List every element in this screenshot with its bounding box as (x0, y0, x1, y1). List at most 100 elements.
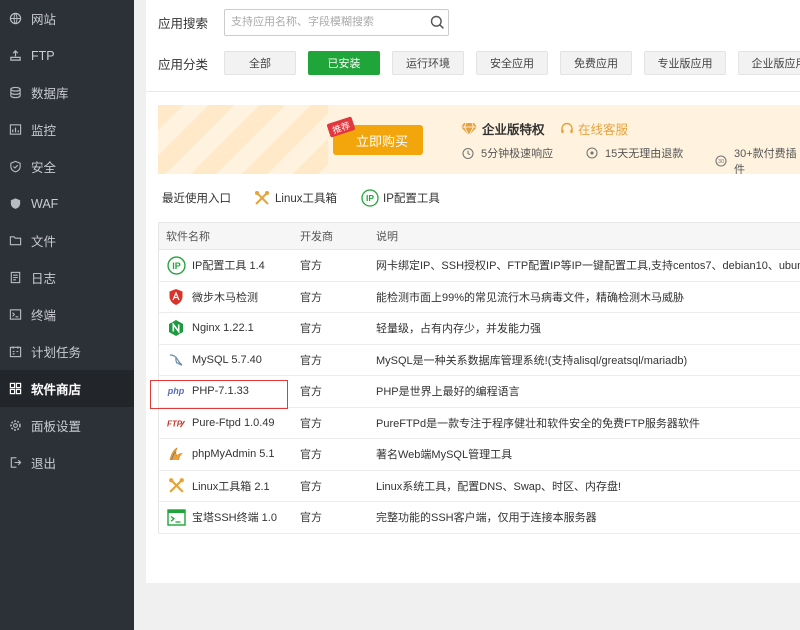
sidebar-item-label: 退出 (31, 457, 57, 471)
software-name[interactable]: Linux工具箱 2.1 (192, 478, 270, 494)
svg-text:IP: IP (366, 193, 374, 203)
table-row[interactable]: MySQL 5.7.40 官方 MySQL是一种关系数据库管理系统!(支持ali… (158, 344, 800, 376)
category-installed[interactable]: 已安装 (308, 51, 380, 75)
terminal-icon (8, 308, 22, 322)
table-row[interactable]: Linux工具箱 2.1 官方 Linux系统工具，配置DNS、Swap、时区、… (158, 470, 800, 502)
sidebar-item-label: 软件商店 (31, 383, 82, 397)
software-name[interactable]: IP配置工具 1.4 (192, 257, 265, 273)
software-developer: 官方 (300, 512, 322, 525)
clock-icon (8, 345, 22, 359)
banner-decoration (158, 105, 328, 174)
app-store-panel: 应用搜索 应用分类 全部 已安装 运行环境 安全应用 免费应用 专业版应用 企业… (146, 0, 800, 583)
monitor-icon (8, 123, 22, 137)
sidebar-item-label: 日志 (31, 272, 57, 286)
software-developer: 官方 (300, 291, 322, 304)
category-runtime[interactable]: 运行环境 (392, 51, 464, 75)
svg-text:IP: IP (172, 261, 180, 271)
table-row[interactable]: FTP Pure-Ftpd 1.0.49 官方 PureFTPd是一款专注于程序健… (158, 407, 800, 439)
category-pro[interactable]: 专业版应用 (644, 51, 726, 75)
database-icon (8, 86, 22, 100)
software-developer: 官方 (300, 386, 322, 399)
category-security[interactable]: 安全应用 (476, 51, 548, 75)
table-row[interactable]: phpMyAdmin 5.1 官方 著名Web端MySQL管理工具 (158, 439, 800, 471)
category-free[interactable]: 免费应用 (560, 51, 632, 75)
recent-entries: 最近使用入口 Linux工具箱 IP IP配置工具 (162, 188, 464, 208)
sidebar-item-waf[interactable]: WAF (0, 185, 134, 222)
software-description: PHP是世界上最好的编程语言 (376, 386, 520, 399)
sidebar-item-security[interactable]: 安全 (0, 148, 134, 185)
feature-plugins: 30 30+款付费插件 (714, 145, 800, 174)
sidebar-item-logs[interactable]: 日志 (0, 259, 134, 296)
software-name[interactable]: 微步木马检测 (192, 289, 258, 305)
ip-icon: IP (361, 189, 379, 207)
software-description: 轻量级，占有内存少，并发能力强 (376, 323, 541, 336)
software-name[interactable]: MySQL 5.7.40 (192, 354, 262, 366)
software-description: MySQL是一种关系数据库管理系统!(支持alisql/greatsql/mar… (376, 354, 688, 367)
category-enterprise[interactable]: 企业版应用 (738, 51, 800, 75)
header-description: 说明 (376, 231, 398, 243)
software-developer: 官方 (300, 354, 322, 367)
sidebar-item-ftp[interactable]: FTP (0, 37, 134, 74)
sidebar-item-monitor[interactable]: 监控 (0, 111, 134, 148)
sidebar-item-app-store[interactable]: 软件商店 (0, 370, 134, 407)
software-developer: 官方 (300, 480, 322, 493)
divider (146, 91, 800, 92)
search-input[interactable] (231, 16, 426, 28)
software-name[interactable]: Nginx 1.22.1 (192, 322, 254, 334)
sidebar-item-database[interactable]: 数据库 (0, 74, 134, 111)
category-label: 应用分类 (158, 57, 209, 72)
sidebar-item-label: 文件 (31, 235, 57, 249)
recent-label: 最近使用入口 (162, 193, 231, 205)
recent-linux-toolbox[interactable]: Linux工具箱 (253, 189, 337, 207)
sidebar-item-terminal[interactable]: 终端 (0, 296, 134, 333)
mysql-dolphin-icon (166, 350, 186, 370)
sidebar-item-files[interactable]: 文件 (0, 222, 134, 259)
software-table: 软件名称 开发商 说明 IP IP配置工具 1.4 官方 网卡绑定IP、SSH授权… (158, 222, 800, 534)
search-icon[interactable] (426, 15, 448, 30)
feature-text: 15天无理由退款 (605, 148, 684, 160)
sidebar: 网站 FTP 数据库 监控 安全 WAF 文件 日志 终端 计划任务 软件商店 (0, 0, 134, 630)
svg-text:30: 30 (718, 159, 724, 165)
software-name[interactable]: Pure-Ftpd 1.0.49 (192, 417, 275, 429)
timer-icon (461, 146, 475, 160)
category-row: 应用分类 全部 已安装 运行环境 安全应用 免费应用 专业版应用 企业版应用 (158, 51, 800, 75)
sidebar-item-cron[interactable]: 计划任务 (0, 333, 134, 370)
logout-icon (8, 456, 22, 470)
recent-ip-config[interactable]: IP IP配置工具 (361, 189, 440, 207)
svg-text:FTP: FTP (167, 419, 183, 428)
table-header: 软件名称 开发商 说明 (158, 223, 800, 250)
software-description: PureFTPd是一款专注于程序健壮和软件安全的免费FTP服务器软件 (376, 417, 700, 430)
sidebar-item-logout[interactable]: 退出 (0, 444, 134, 481)
table-row[interactable]: 宝塔SSH终端 1.0 官方 完整功能的SSH客户端，仅用于连接本服务器 (158, 502, 800, 534)
ftp-icon (8, 49, 22, 63)
online-service-text: 在线客服 (578, 123, 629, 137)
software-description: Linux系统工具，配置DNS、Swap、时区、内存盘! (376, 480, 622, 493)
sidebar-item-label: 数据库 (31, 87, 69, 101)
phpmyadmin-icon (166, 444, 186, 464)
promo-banner: 立即购买 推荐 企业版特权 在线客服 5分钟极速响应 15天无理由退款 30 3… (158, 105, 800, 174)
enterprise-title-text: 企业版特权 (482, 123, 545, 137)
sidebar-item-label: 安全 (31, 161, 57, 175)
tools-icon (253, 189, 271, 207)
table-row[interactable]: 微步木马检测 官方 能检测市面上99%的常见流行木马病毒文件，精确检测木马威胁 (158, 281, 800, 313)
trojan-shield-icon (166, 287, 186, 307)
software-developer: 官方 (300, 449, 322, 462)
headset-icon (561, 122, 573, 133)
online-service-link[interactable]: 在线客服 (560, 119, 628, 138)
software-description: 网卡绑定IP、SSH授权IP、FTP配置IP等IP一键配置工具,支持centos… (376, 260, 800, 273)
ssh-terminal-icon (166, 507, 186, 527)
software-name[interactable]: 宝塔SSH终端 1.0 (192, 509, 277, 525)
gear-icon (8, 419, 22, 433)
category-all[interactable]: 全部 (224, 51, 296, 75)
table-row[interactable]: Nginx 1.22.1 官方 轻量级，占有内存少，并发能力强 (158, 313, 800, 345)
software-developer: 官方 (300, 417, 322, 430)
feature-text: 5分钟极速响应 (481, 148, 554, 160)
sidebar-item-settings[interactable]: 面板设置 (0, 407, 134, 444)
sidebar-item-label: 网站 (31, 13, 57, 27)
search-box[interactable] (224, 8, 449, 36)
tools-icon (166, 476, 186, 496)
software-name[interactable]: phpMyAdmin 5.1 (192, 448, 275, 460)
table-row[interactable]: IP IP配置工具 1.4 官方 网卡绑定IP、SSH授权IP、FTP配置IP等I… (158, 250, 800, 282)
sidebar-item-website[interactable]: 网站 (0, 0, 134, 37)
shield-icon (8, 160, 22, 174)
